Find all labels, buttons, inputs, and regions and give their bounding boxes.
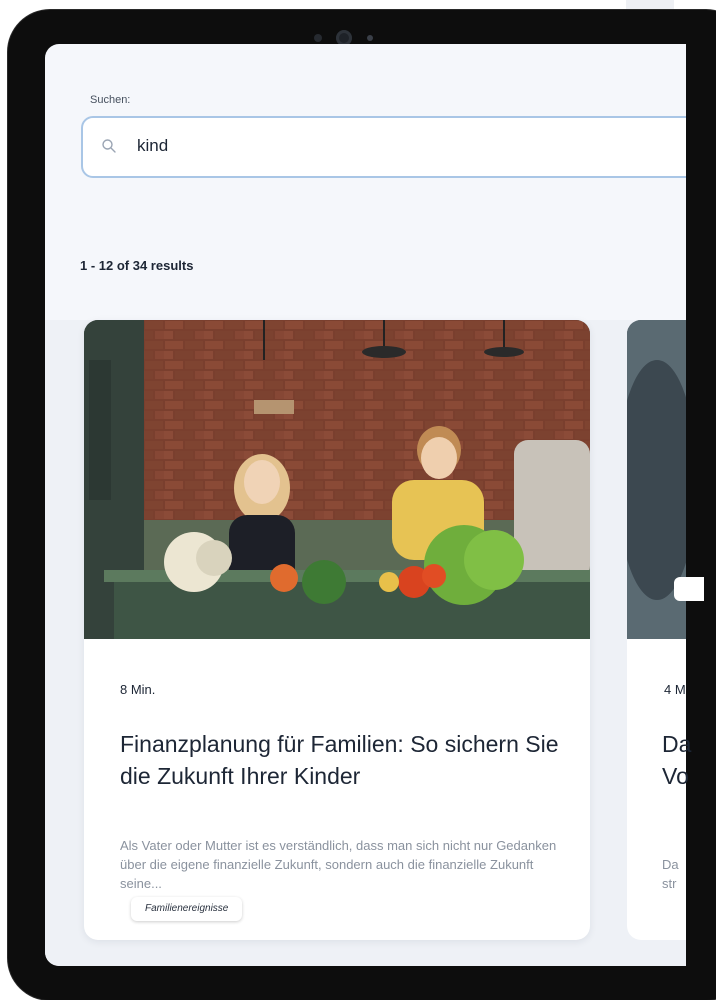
article-title[interactable]: Finanzplanung für Familien: So sichern S…	[120, 728, 570, 792]
search-value[interactable]: kind	[137, 136, 168, 156]
article-title-partial[interactable]: Da Vo	[662, 728, 702, 792]
article-image	[84, 320, 590, 639]
app-screen: Suchen: kind 1 - 12 of 34 results Famili…	[45, 44, 686, 966]
read-time: 8 Min.	[120, 682, 156, 697]
search-input[interactable]: kind	[81, 116, 686, 178]
results-count: 1 - 12 of 34 results	[80, 258, 194, 273]
read-time-partial: 4 M	[664, 682, 686, 697]
article-card-partial[interactable]	[627, 320, 686, 940]
search-label: Suchen:	[90, 94, 131, 106]
search-icon	[102, 139, 116, 153]
sensor-icon	[314, 34, 322, 42]
category-tag[interactable]: Familienereignisse	[131, 897, 243, 921]
light-sensor-icon	[367, 35, 373, 41]
category-tag-partial[interactable]	[674, 577, 704, 601]
article-excerpt-partial: Da str	[662, 857, 679, 891]
article-excerpt: Als Vater oder Mutter ist es verständlic…	[120, 838, 557, 891]
